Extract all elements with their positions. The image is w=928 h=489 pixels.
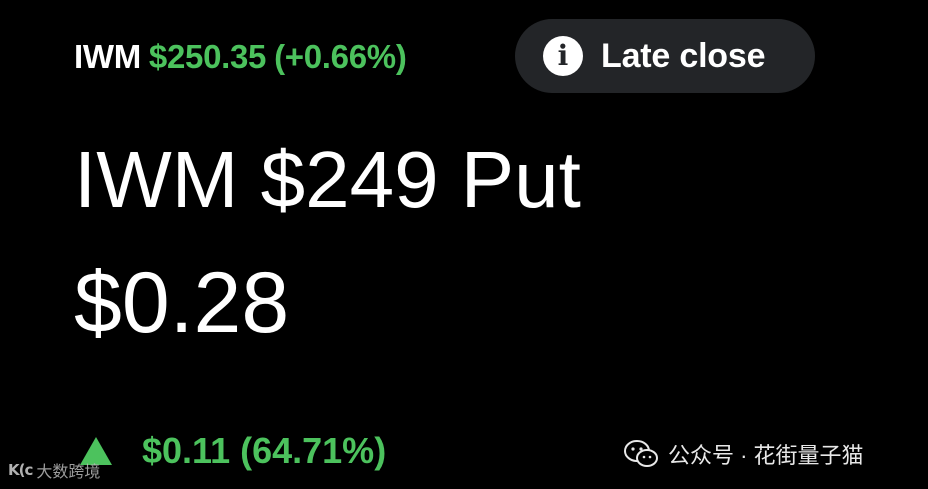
watermark-left-text: 大数跨境 — [36, 464, 101, 481]
quote-header: IWM $250.35 (+0.66%) — [74, 38, 407, 76]
info-icon: i — [543, 36, 583, 76]
late-close-badge[interactable]: i Late close — [515, 19, 815, 93]
option-title: IWM $249 Put — [74, 135, 581, 224]
watermark-left: K(c 大数跨境 — [8, 458, 100, 482]
underlying-ticker: IWM — [74, 38, 141, 75]
watermark-right-text: 公众号 · 花街量子猫 — [668, 443, 864, 468]
late-close-label: Late close — [601, 36, 766, 75]
underlying-price: $250.35 — [148, 38, 267, 75]
watermark-right: 公众号 · 花街量子猫 — [624, 438, 864, 470]
option-price: $0.28 — [74, 255, 290, 351]
option-change-row: $0.11 (64.71%) — [80, 430, 386, 472]
underlying-change-percent: (+0.66%) — [274, 38, 407, 75]
watermark-logo: K(c — [8, 461, 33, 479]
wechat-icon — [624, 440, 658, 467]
option-change-value: $0.11 (64.71%) — [142, 430, 387, 471]
